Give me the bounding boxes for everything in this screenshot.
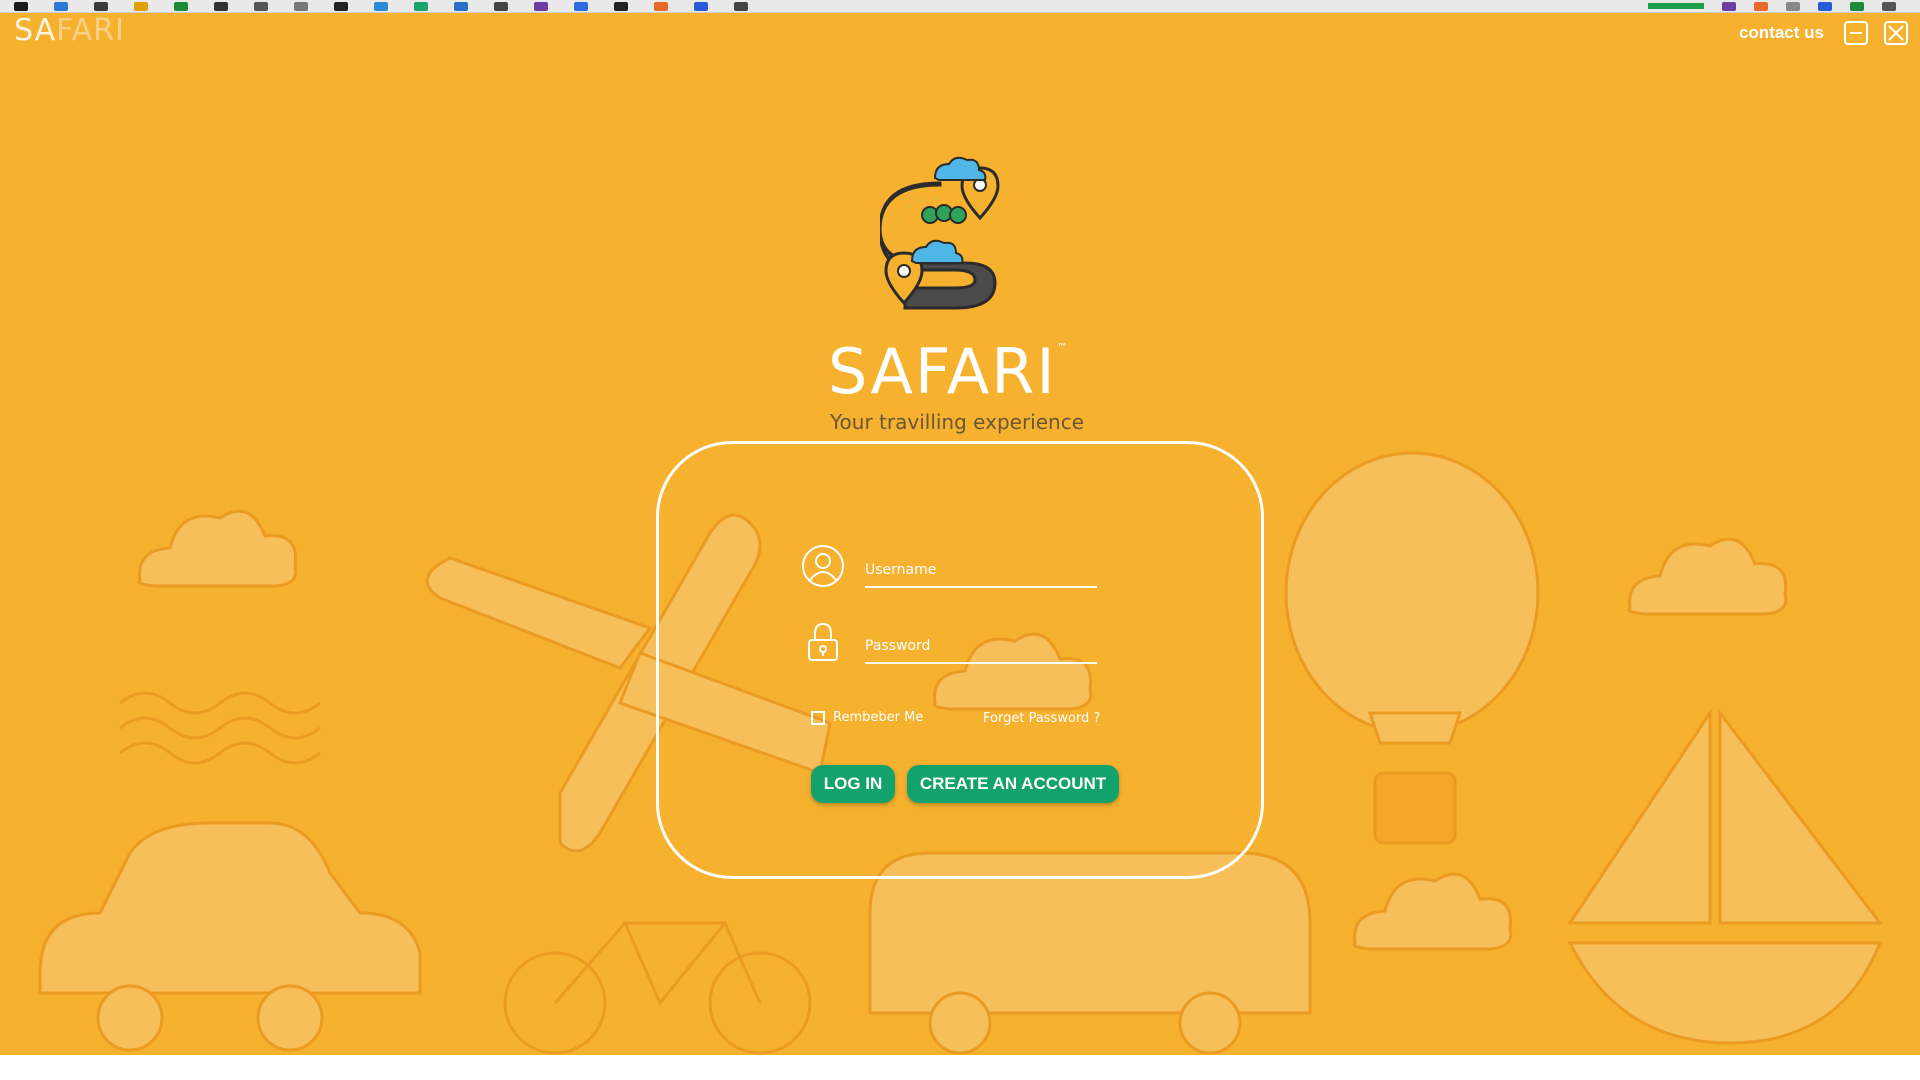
taskbar-app-icon[interactable] [734,1,748,11]
taskbar-app-icon[interactable] [94,1,108,11]
tray-icon[interactable] [1786,1,1800,11]
trademark-symbol: ™ [1056,341,1070,354]
tray-icon[interactable] [1818,1,1832,11]
system-tray [1648,1,1920,11]
password-row [801,620,1097,664]
tray-status-bar [1648,3,1704,9]
login-panel: Rembeber Me Forget Password ? LOG IN CRE… [656,441,1264,879]
taskbar-app-icon[interactable] [454,1,468,11]
username-input[interactable] [865,558,1097,588]
app-title-part2: FARI [56,13,125,48]
brand-name-text: SAFARI [828,335,1057,408]
remember-me-checkbox[interactable]: Rembeber Me [811,710,923,725]
brand-name: SAFARI™ [828,335,1088,408]
safari-logo-icon [880,156,1000,310]
safari-login-window: SAFARI contact us SAFARI™ Your travillin… [0,13,1920,1055]
taskbar-app-icon[interactable] [694,1,708,11]
lock-icon [808,622,838,661]
taskbar-app-icon[interactable] [574,1,588,11]
tray-icon[interactable] [1882,1,1896,11]
car-icon [38,821,422,1052]
contact-us-link[interactable]: contact us [1739,23,1824,43]
cloud-icon [1627,537,1788,616]
taskbar-app-icon[interactable] [54,1,68,11]
login-button[interactable]: LOG IN [811,765,895,803]
bicycle-icon [503,921,812,1055]
close-x-icon [1888,25,1904,41]
taskbar-app-icon[interactable] [414,1,428,11]
waves-icon [119,691,321,765]
taskbar-app-icon[interactable] [654,1,668,11]
cloud-icon [1352,872,1513,951]
taskbar-app-icon[interactable] [614,1,628,11]
forgot-password-link[interactable]: Forget Password ? [983,711,1100,726]
brand-tagline: Your travilling experience [830,410,1085,434]
remember-me-label: Rembeber Me [833,710,924,725]
taskbar-app-icon[interactable] [254,1,268,11]
close-icon[interactable] [1884,21,1908,45]
user-icon [802,545,844,587]
cloud-icon [137,509,298,588]
taskbar-app-icon[interactable] [174,1,188,11]
tray-icon[interactable] [1754,1,1768,11]
os-taskbar-strip [0,0,1920,13]
taskbar-app-icon[interactable] [294,1,308,11]
sailboat-icon [1567,708,1884,1045]
taskbar-app-icon[interactable] [334,1,348,11]
checkbox-box[interactable] [811,710,825,725]
taskbar-app-icon[interactable] [494,1,508,11]
windows-icon[interactable] [14,1,28,11]
taskbar-app-icon[interactable] [374,1,388,11]
hot-air-balloon-icon [1284,451,1540,845]
password-input[interactable] [865,634,1097,664]
app-title: SAFARI [14,13,125,48]
taskbar-app-icon[interactable] [134,1,148,11]
taskbar-app-icon[interactable] [534,1,548,11]
minimize-icon[interactable] [1844,21,1868,45]
create-account-button[interactable]: CREATE AN ACCOUNT [907,765,1119,803]
username-row [801,544,1097,588]
bus-icon [868,851,1312,1055]
tray-icon[interactable] [1850,1,1864,11]
app-title-part1: SA [14,13,57,48]
taskbar-app-icon[interactable] [214,1,228,11]
tray-icon[interactable] [1722,1,1736,11]
